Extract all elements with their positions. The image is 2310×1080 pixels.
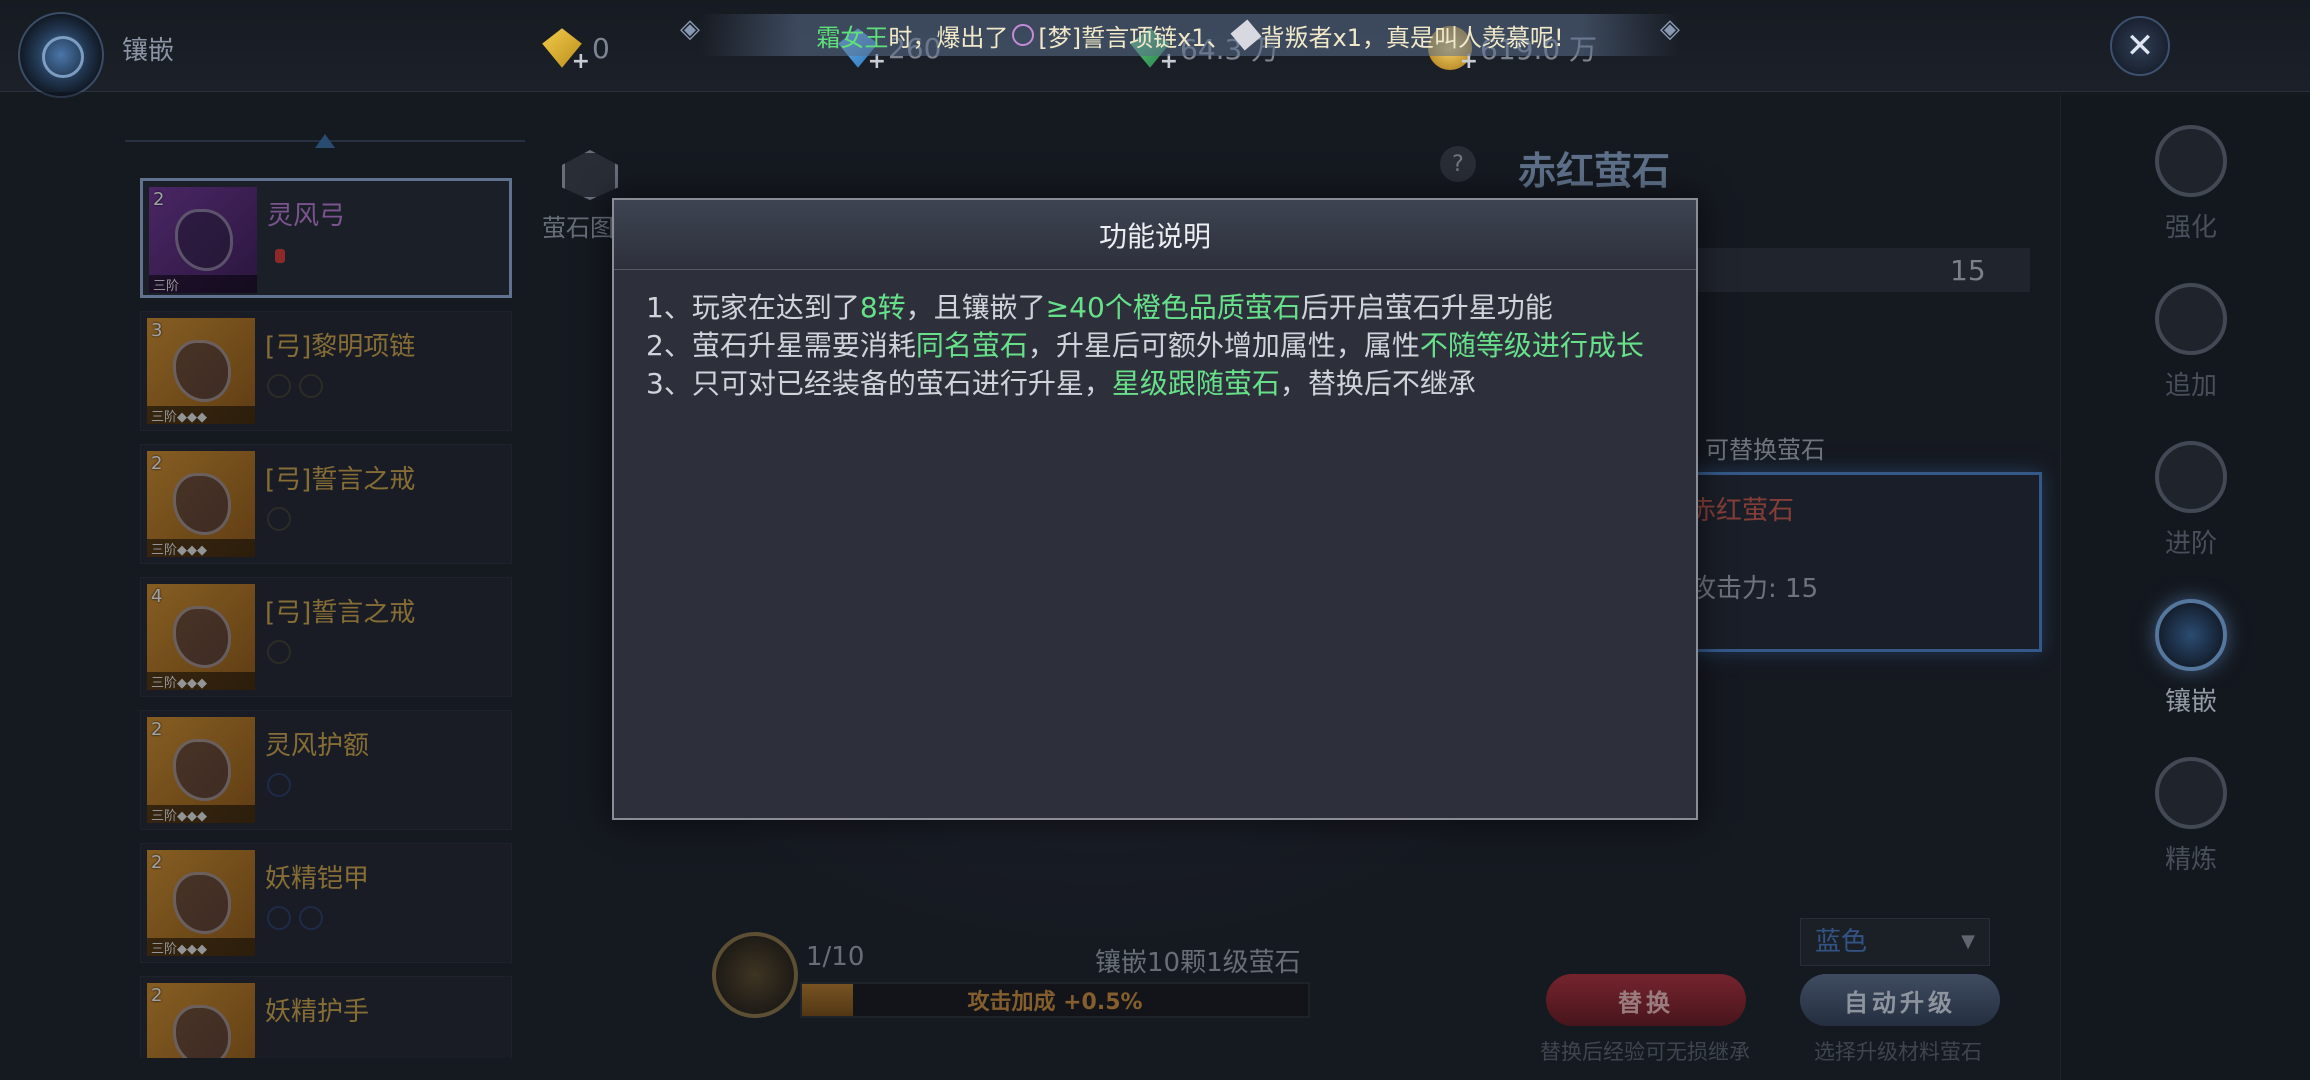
top-bar: 镶嵌 + 0 + 260 + 64.3 万 + 619.0 万 ◈ 霜女王 时，… xyxy=(0,0,2310,98)
broadcast-banner: 霜女王 时，爆出了 [梦]誓言项链x1、 背叛者x1，真是叫人羡慕呢! xyxy=(700,14,1680,56)
yellow-diamond-icon: + xyxy=(540,26,590,74)
sword-icon xyxy=(1230,19,1262,51)
feature-info-dialog: 功能说明 1、玩家在达到了8转，且镶嵌了≥40个橙色品质萤石后开启萤石升星功能 … xyxy=(612,198,1698,820)
rule-line-1: 1、玩家在达到了8转，且镶嵌了≥40个橙色品质萤石后开启萤石升星功能 xyxy=(646,291,1553,324)
necklace-icon xyxy=(1012,24,1035,46)
close-icon: ✕ xyxy=(2125,26,2155,66)
rule-line-3: 3、只可对已经装备的萤石进行升星，星级跟随萤石，替换后不继承 xyxy=(646,367,1476,400)
page-title: 镶嵌 xyxy=(122,36,175,66)
currency-yellow-diamond[interactable]: + 0 xyxy=(540,26,610,74)
socket-emblem-icon xyxy=(18,12,104,98)
dialog-title: 功能说明 xyxy=(614,200,1696,270)
rule-line-2: 2、萤石升星需要消耗同名萤石，升星后可额外增加属性，属性不随等级进行成长 xyxy=(646,329,1644,362)
close-button[interactable]: ✕ xyxy=(2110,16,2170,76)
broadcast-right-ornament-icon: ◈ xyxy=(1660,14,1680,44)
broadcast-player-name: 霜女王 xyxy=(816,23,889,52)
broadcast-left-ornament-icon: ◈ xyxy=(680,14,700,44)
dialog-body: 1、玩家在达到了8转，且镶嵌了≥40个橙色品质萤石后开启萤石升星功能 2、萤石升… xyxy=(614,270,1696,424)
